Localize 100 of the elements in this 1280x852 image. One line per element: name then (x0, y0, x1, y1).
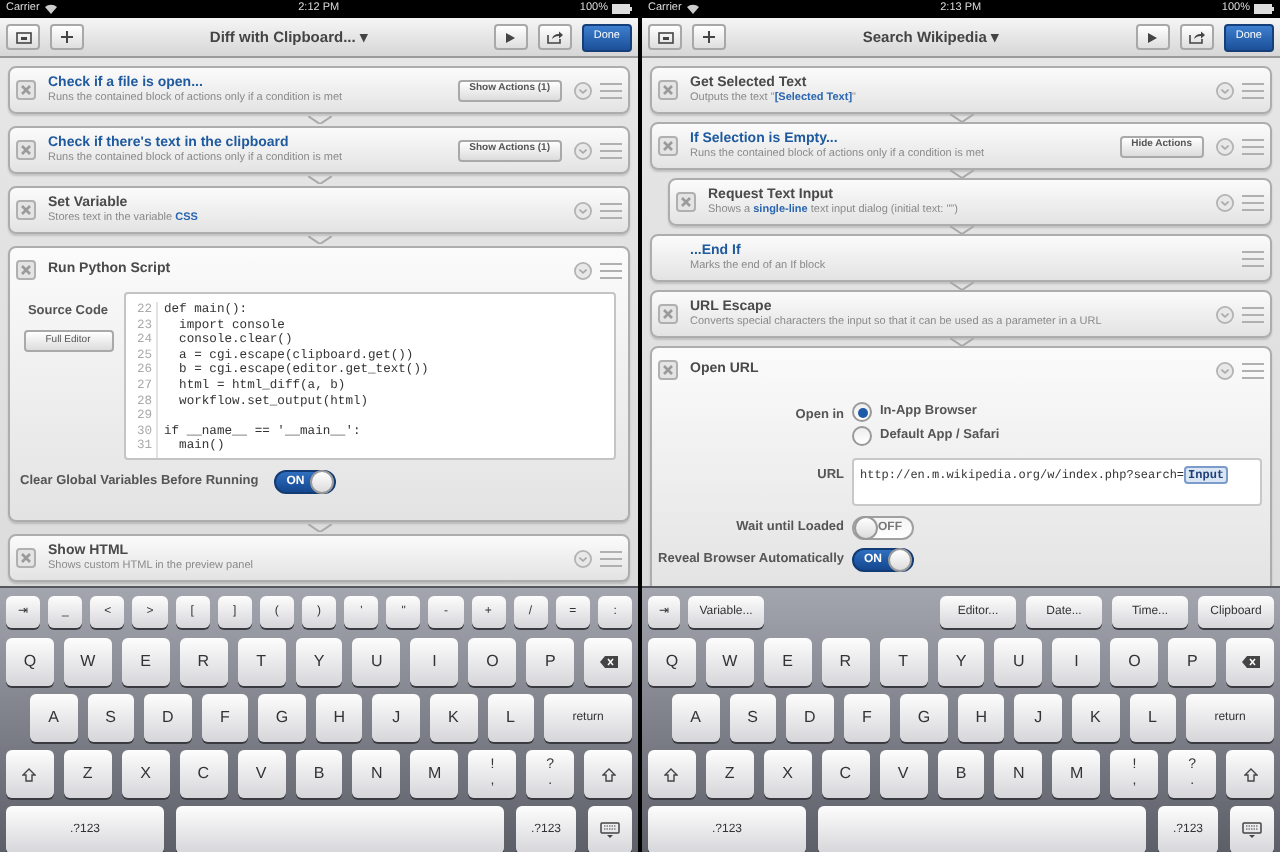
key[interactable]: Z (705, 750, 754, 798)
key[interactable]: Y (937, 638, 985, 686)
code-editor[interactable] (124, 292, 616, 460)
close-icon[interactable] (658, 80, 678, 100)
hide-keyboard-key[interactable] (588, 806, 632, 852)
key[interactable]: F (201, 694, 249, 742)
chevron-down-circle-icon[interactable] (1216, 193, 1234, 211)
key[interactable]: I (1052, 638, 1101, 686)
drag-handle-icon[interactable] (1242, 193, 1264, 211)
drag-handle-icon[interactable] (1242, 305, 1264, 323)
delete-key[interactable] (1226, 638, 1274, 686)
key[interactable]: K (429, 694, 477, 742)
drag-handle-icon[interactable] (1242, 137, 1264, 155)
preview-button[interactable] (648, 24, 682, 50)
drag-handle-icon[interactable] (600, 81, 622, 99)
key[interactable]: C (179, 750, 228, 798)
key[interactable]: G (258, 694, 306, 742)
action-card[interactable] (8, 246, 630, 522)
key[interactable]: J (1014, 694, 1062, 742)
key[interactable]: I (410, 638, 459, 686)
preview-button[interactable] (6, 24, 40, 50)
space-key[interactable] (176, 806, 504, 852)
key[interactable]: F (843, 694, 891, 742)
shift-key[interactable] (6, 750, 54, 798)
radio-button[interactable] (852, 402, 872, 422)
share-button[interactable] (537, 24, 572, 50)
key[interactable]: D (144, 694, 192, 742)
drag-handle-icon[interactable] (1242, 249, 1264, 267)
key[interactable]: Q (6, 638, 54, 686)
key[interactable]: W (63, 638, 112, 686)
key[interactable]: P (526, 638, 575, 686)
key[interactable]: S (87, 694, 135, 742)
close-icon[interactable] (16, 200, 36, 220)
drag-handle-icon[interactable] (1242, 81, 1264, 99)
drag-handle-icon[interactable] (600, 261, 622, 279)
drag-handle-icon[interactable] (600, 549, 622, 567)
key[interactable]: A (30, 694, 78, 742)
key[interactable]: Z (63, 750, 112, 798)
key[interactable]: H (315, 694, 363, 742)
key[interactable]: T (237, 638, 286, 686)
run-button[interactable] (1135, 24, 1170, 50)
drag-handle-icon[interactable] (1242, 361, 1264, 379)
key[interactable]: J (372, 694, 420, 742)
close-icon[interactable] (16, 80, 36, 100)
key[interactable]: H (957, 694, 1005, 742)
key[interactable]: B (937, 750, 985, 798)
key[interactable]: E (763, 638, 812, 686)
key[interactable]: Y (295, 638, 343, 686)
radio-button[interactable] (852, 426, 872, 446)
key[interactable]: E (121, 638, 170, 686)
key[interactable]: R (821, 638, 870, 686)
shift-key[interactable] (648, 750, 696, 798)
key[interactable]: G (900, 694, 948, 742)
key[interactable]: B (295, 750, 343, 798)
key[interactable]: N (994, 750, 1043, 798)
close-icon[interactable] (16, 260, 36, 280)
key[interactable]: K (1071, 694, 1119, 742)
chevron-down-circle-icon[interactable] (574, 81, 592, 99)
key[interactable]: N (352, 750, 401, 798)
chevron-down-circle-icon[interactable] (574, 549, 592, 567)
key[interactable]: L (487, 694, 535, 742)
key[interactable]: V (879, 750, 928, 798)
key[interactable]: U (352, 638, 401, 686)
chevron-down-circle-icon[interactable] (1216, 305, 1234, 323)
close-icon[interactable] (658, 136, 678, 156)
space-key[interactable] (818, 806, 1146, 852)
drag-handle-icon[interactable] (600, 201, 622, 219)
key[interactable]: O (1110, 638, 1159, 686)
delete-key[interactable] (584, 638, 632, 686)
drag-handle-icon[interactable] (600, 141, 622, 159)
key[interactable]: X (763, 750, 812, 798)
close-icon[interactable] (676, 192, 696, 212)
key[interactable]: R (179, 638, 228, 686)
key[interactable]: C (821, 750, 870, 798)
close-icon[interactable] (16, 548, 36, 568)
close-icon[interactable] (16, 140, 36, 160)
close-icon[interactable] (658, 304, 678, 324)
chevron-down-circle-icon[interactable] (1216, 361, 1234, 379)
chevron-down-circle-icon[interactable] (1216, 81, 1234, 99)
key[interactable]: O (468, 638, 517, 686)
key[interactable]: W (705, 638, 754, 686)
key[interactable]: D (786, 694, 834, 742)
run-button[interactable] (493, 24, 528, 50)
key[interactable]: A (672, 694, 720, 742)
shift-key[interactable] (584, 750, 632, 798)
key[interactable]: U (994, 638, 1043, 686)
key[interactable]: V (237, 750, 286, 798)
key[interactable]: M (1052, 750, 1101, 798)
chevron-down-circle-icon[interactable] (574, 201, 592, 219)
key[interactable]: X (121, 750, 170, 798)
chevron-down-circle-icon[interactable] (1216, 137, 1234, 155)
add-button[interactable] (50, 24, 84, 50)
close-icon[interactable] (658, 360, 678, 380)
hide-keyboard-key[interactable] (1230, 806, 1274, 852)
share-button[interactable] (1179, 24, 1214, 50)
shift-key[interactable] (1226, 750, 1274, 798)
key[interactable]: S (729, 694, 777, 742)
chevron-down-circle-icon[interactable] (574, 261, 592, 279)
key[interactable]: L (1129, 694, 1177, 742)
key[interactable]: M (410, 750, 459, 798)
